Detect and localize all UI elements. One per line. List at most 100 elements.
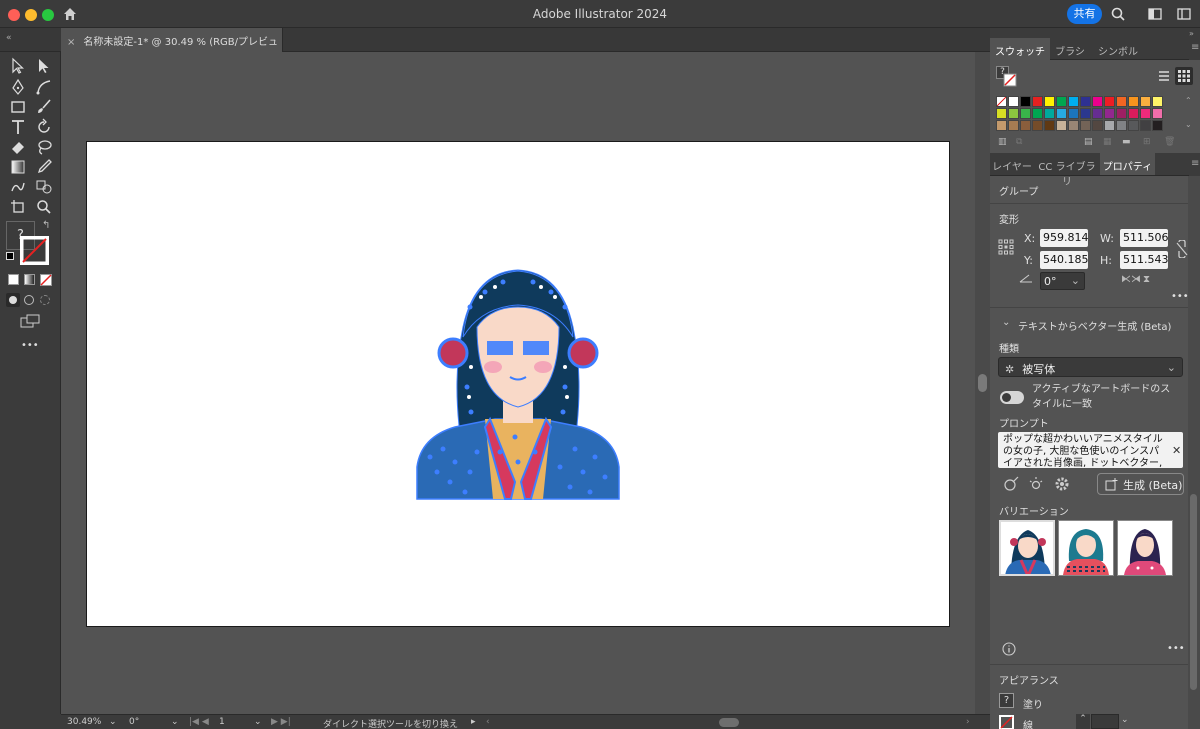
- draw-behind-icon[interactable]: [24, 295, 34, 305]
- color-swatch[interactable]: [1044, 96, 1055, 107]
- flip-horizontal-icon[interactable]: ⧔⧕: [1121, 274, 1141, 285]
- anime-girl-illustration[interactable]: [415, 267, 621, 503]
- color-swatch[interactable]: [1092, 96, 1103, 107]
- properties-scrollbar[interactable]: [1188, 176, 1200, 729]
- blend-tool[interactable]: [9, 178, 27, 196]
- y-input[interactable]: 540.185: [1040, 251, 1088, 269]
- swatch-scroll-up-icon[interactable]: ⌃: [1185, 96, 1192, 105]
- color-swatch[interactable]: [1152, 108, 1163, 119]
- color-swatch[interactable]: [1104, 96, 1115, 107]
- swatch-scroll-down-icon[interactable]: ⌄: [1185, 120, 1192, 129]
- swatch-options-icon[interactable]: ▤: [1084, 137, 1093, 147]
- swatch-stroke-indicator[interactable]: [1003, 73, 1017, 87]
- stroke-swatch[interactable]: [20, 236, 49, 265]
- color-swatch[interactable]: [1092, 108, 1103, 119]
- properties-scroll-thumb[interactable]: [1190, 494, 1197, 690]
- tab-properties[interactable]: プロパティ: [1100, 153, 1155, 175]
- selection-tool[interactable]: [9, 57, 27, 75]
- color-swatch[interactable]: [1068, 108, 1079, 119]
- default-colors-icon[interactable]: [6, 252, 14, 260]
- share-button[interactable]: 共有: [1067, 4, 1102, 24]
- color-swatch[interactable]: [1116, 120, 1127, 131]
- rotation-value[interactable]: 0°: [129, 717, 139, 727]
- none-mode-icon[interactable]: [40, 274, 52, 286]
- match-artboard-style-toggle[interactable]: [1000, 391, 1024, 404]
- x-input[interactable]: 959.814: [1040, 229, 1088, 247]
- hscroll-right-icon[interactable]: ›: [966, 717, 970, 727]
- tab-brushes[interactable]: ブラシ: [1050, 38, 1090, 60]
- rotation-angle-input[interactable]: 0° ⌄: [1040, 272, 1085, 290]
- tab-symbols[interactable]: シンボル: [1090, 38, 1146, 60]
- panel-toggle-icon[interactable]: [1176, 6, 1192, 22]
- lasso-tool[interactable]: [35, 138, 53, 156]
- flip-vertical-icon[interactable]: ⧗: [1143, 274, 1150, 285]
- edit-toolbar-button[interactable]: •••: [21, 340, 39, 351]
- color-swatch[interactable]: [1104, 108, 1115, 119]
- color-swatch[interactable]: [1020, 120, 1031, 131]
- swatch-library-icon[interactable]: ▥: [998, 137, 1007, 147]
- reference-point-icon[interactable]: [998, 239, 1014, 255]
- color-swatch[interactable]: [1056, 120, 1067, 131]
- tab-layers[interactable]: レイヤー: [990, 153, 1034, 175]
- canvas-vertical-scrollbar[interactable]: [975, 52, 990, 714]
- tab-cc-libraries[interactable]: CC ライブラリ: [1034, 153, 1100, 188]
- color-swatch[interactable]: [1032, 96, 1043, 107]
- artboard-tool[interactable]: [9, 198, 27, 216]
- variation-thumbnail-2[interactable]: [1058, 520, 1114, 576]
- close-tab-icon[interactable]: ×: [67, 37, 75, 48]
- color-mode-icon[interactable]: [8, 274, 19, 285]
- clear-prompt-icon[interactable]: ✕: [1172, 444, 1181, 457]
- color-swatch[interactable]: [1008, 108, 1019, 119]
- artboard-dropdown-icon[interactable]: ⌄: [254, 717, 262, 727]
- artboard[interactable]: [86, 141, 950, 627]
- stroke-weight-dropdown-icon[interactable]: ⌄: [1121, 715, 1129, 725]
- delete-swatch-icon[interactable]: 🗑: [1164, 137, 1175, 147]
- color-swatch[interactable]: [1068, 96, 1079, 107]
- appearance-fill-swatch[interactable]: ?: [999, 693, 1014, 708]
- properties-menu-icon[interactable]: ≡: [1189, 153, 1200, 176]
- color-swatch[interactable]: [1080, 120, 1091, 131]
- swatch-kind-icon[interactable]: ▦: [1103, 137, 1112, 147]
- rectangle-tool[interactable]: [9, 98, 27, 116]
- draw-normal-icon[interactable]: [6, 293, 20, 307]
- color-swatch[interactable]: [1008, 120, 1019, 131]
- direct-selection-tool[interactable]: [35, 57, 53, 75]
- color-swatch[interactable]: [1068, 120, 1079, 131]
- color-swatch[interactable]: [1056, 96, 1067, 107]
- status-menu-icon[interactable]: ▸: [471, 717, 476, 727]
- color-swatch[interactable]: [1140, 96, 1151, 107]
- type-select[interactable]: ✲ 被写体 ⌄: [998, 357, 1183, 377]
- color-swatch[interactable]: [1116, 108, 1127, 119]
- generate-button[interactable]: 生成 (Beta): [1097, 473, 1184, 495]
- swatches-menu-icon[interactable]: ≡: [1189, 38, 1200, 60]
- rotation-dropdown-icon[interactable]: ⌄: [171, 717, 179, 727]
- shape-builder-tool[interactable]: [35, 178, 53, 196]
- gradient-mode-icon[interactable]: [24, 274, 35, 285]
- new-color-group-icon[interactable]: ▬: [1122, 137, 1131, 147]
- color-swatch[interactable]: [1032, 120, 1043, 131]
- workspace-switcher-icon[interactable]: [1147, 6, 1163, 22]
- color-swatch[interactable]: [1104, 120, 1115, 131]
- grid-view-button[interactable]: [1175, 67, 1193, 85]
- t2v-more-button[interactable]: •••: [1167, 643, 1185, 654]
- zoom-dropdown-icon[interactable]: ⌄: [109, 717, 117, 727]
- color-swatch[interactable]: [996, 108, 1007, 119]
- rotation-angle-dropdown-icon[interactable]: ⌄: [1071, 274, 1080, 287]
- curvature-tool[interactable]: [35, 78, 53, 96]
- artboard-number[interactable]: 1: [219, 717, 225, 727]
- color-swatch[interactable]: [996, 96, 1007, 107]
- w-input[interactable]: 511.506: [1120, 229, 1168, 247]
- hscroll-left-icon[interactable]: ‹: [486, 717, 490, 727]
- panel-collapse-icon[interactable]: »: [1189, 29, 1194, 38]
- pen-tool[interactable]: [9, 78, 27, 96]
- color-swatch[interactable]: [1056, 108, 1067, 119]
- color-swatch[interactable]: [1128, 108, 1139, 119]
- canvas-area[interactable]: [61, 52, 975, 714]
- color-swatch[interactable]: [1092, 120, 1103, 131]
- document-tab[interactable]: ×名称未設定-1* @ 30.49 % (RGB/プレビュー): [61, 28, 283, 63]
- style-picker-icon[interactable]: [1003, 476, 1019, 492]
- stroke-weight-stepper[interactable]: ⌃: [1076, 714, 1090, 729]
- list-view-icon[interactable]: [1157, 69, 1171, 83]
- rotate-tool[interactable]: [35, 118, 53, 136]
- gradient-tool[interactable]: [9, 158, 27, 176]
